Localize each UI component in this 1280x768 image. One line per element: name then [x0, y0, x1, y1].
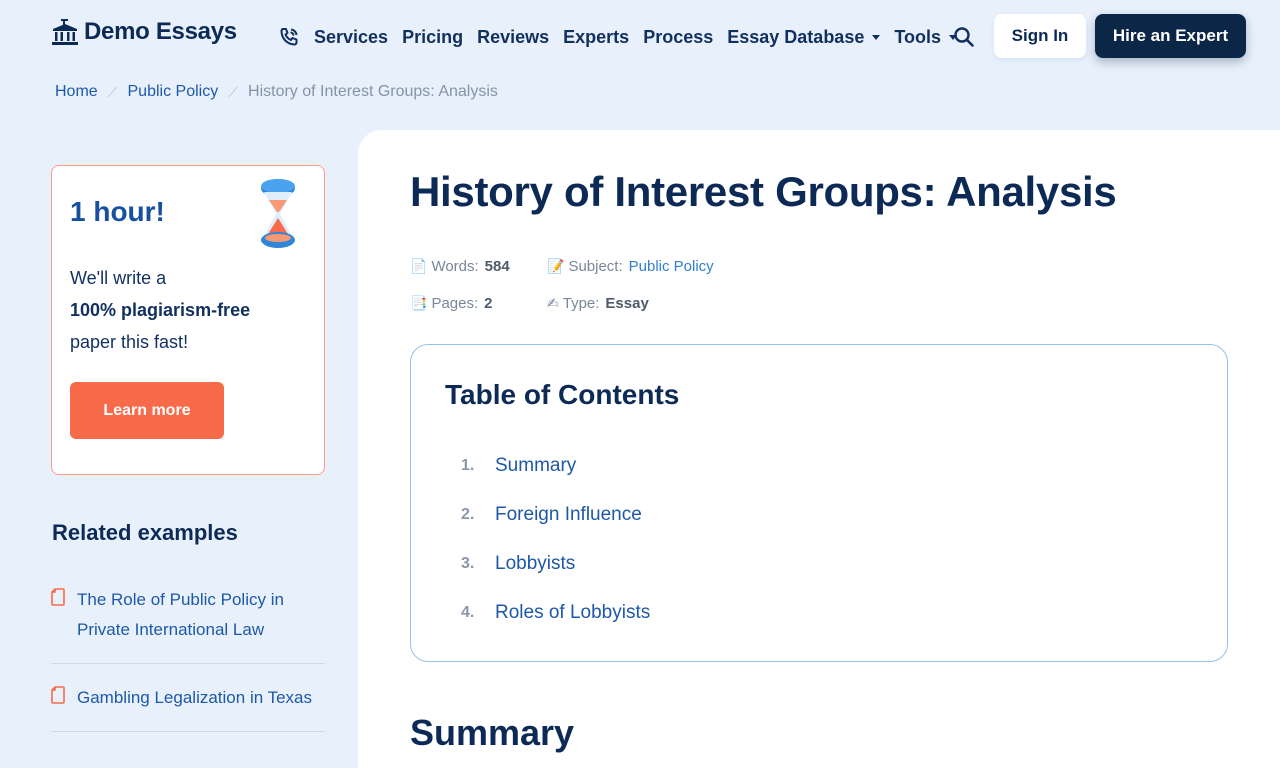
nav-tools[interactable]: Tools [894, 26, 958, 48]
nav-essay-database[interactable]: Essay Database [727, 26, 881, 48]
table-of-contents: Table of Contents 1. Summary 2. Foreign … [410, 344, 1228, 662]
breadcrumb: Home ⟋ Public Policy ⟋ History of Intere… [55, 83, 498, 101]
memo-icon: 📝 [547, 258, 565, 275]
promo-line-1: We'll write a [70, 268, 167, 288]
toc-item: 2. Foreign Influence [461, 490, 650, 539]
nav-essay-database-label: Essay Database [727, 26, 865, 47]
page-title: History of Interest Groups: Analysis [410, 168, 1117, 215]
phone-icon[interactable] [278, 26, 300, 48]
meta-type-label: Type: [562, 295, 600, 312]
document-icon [51, 588, 65, 606]
toc-item: 3. Lobbyists [461, 539, 650, 588]
breadcrumb-current: History of Interest Groups: Analysis [248, 83, 498, 100]
nav-services[interactable]: Services [314, 27, 388, 48]
toc-item: 1. Summary [461, 441, 650, 490]
meta-subject: 📝 Subject: Public Policy [547, 258, 714, 275]
nav-process[interactable]: Process [643, 27, 713, 48]
related-examples-title: Related examples [52, 520, 238, 545]
meta-words: 📄 Words: 584 [410, 258, 510, 275]
section-heading-summary: Summary [410, 712, 575, 753]
nav-tools-label: Tools [894, 26, 942, 47]
site-header: Demo Essays Services Pricing Reviews Exp… [0, 0, 1280, 72]
breadcrumb-separator: ⟋ [107, 83, 118, 100]
toc-number: 1. [461, 456, 475, 474]
promo-emphasis: 100% plagiarism-free [70, 300, 251, 320]
nav-pricing[interactable]: Pricing [402, 27, 463, 48]
toc-link-roles-of-lobbyists[interactable]: Roles of Lobbyists [495, 602, 650, 624]
promo-line-2: 100% plagiarism-free [70, 294, 300, 326]
bookmark-tabs-icon: 📑 [410, 295, 428, 312]
related-link[interactable]: Gambling Legalization in Texas [77, 683, 312, 713]
nav-experts[interactable]: Experts [563, 27, 629, 48]
meta-type-value: Essay [605, 295, 649, 312]
related-examples-list: The Role of Public Policy in Private Int… [51, 580, 325, 746]
meta-pages-value: 2 [484, 295, 493, 312]
article-panel: History of Interest Groups: Analysis 📄 W… [358, 130, 1280, 768]
breadcrumb-home[interactable]: Home [55, 83, 98, 101]
list-item: Gambling Legalization in Texas [51, 678, 325, 732]
hire-expert-button[interactable]: Hire an Expert [1095, 14, 1246, 58]
meta-subject-link[interactable]: Public Policy [629, 258, 714, 275]
learn-more-button[interactable]: Learn more [70, 382, 224, 439]
main-nav: Services Pricing Reviews Experts Process… [278, 26, 971, 48]
meta-words-label: Words: [431, 258, 479, 275]
writing-hand-icon: ✍ [547, 295, 559, 312]
promo-title: 1 hour! [70, 196, 165, 227]
document-icon [51, 686, 65, 704]
toc-number: 3. [461, 554, 475, 572]
toc-link-lobbyists[interactable]: Lobbyists [495, 553, 575, 575]
sign-in-button[interactable]: Sign In [994, 14, 1086, 58]
page-icon: 📄 [410, 258, 428, 275]
chevron-down-icon [872, 34, 881, 40]
meta-type: ✍ Type: Essay [547, 295, 649, 312]
logo-text: Demo Essays [84, 18, 237, 45]
toc-number: 4. [461, 603, 475, 621]
meta-words-value: 584 [484, 258, 510, 275]
breadcrumb-separator: ⟋ [228, 83, 239, 100]
toc-item: 4. Roles of Lobbyists [461, 588, 650, 637]
toc-title: Table of Contents [445, 379, 680, 410]
list-item: The Role of Public Policy in Private Int… [51, 580, 325, 664]
meta-pages-label: Pages: [431, 295, 479, 312]
toc-number: 2. [461, 505, 475, 523]
toc-list: 1. Summary 2. Foreign Influence 3. Lobby… [461, 441, 650, 637]
breadcrumb-category[interactable]: Public Policy [128, 83, 219, 101]
logo[interactable]: Demo Essays [52, 18, 237, 46]
toc-link-foreign-influence[interactable]: Foreign Influence [495, 504, 642, 526]
promo-card: 1 hour! We'll write a 100% plagiarism-fr… [51, 165, 325, 475]
meta-subject-label: Subject: [568, 258, 623, 275]
promo-text: We'll write a 100% plagiarism-free paper… [70, 262, 300, 358]
meta-pages: 📑 Pages: 2 [410, 295, 492, 312]
promo-line-3: paper this fast! [70, 332, 189, 352]
institution-icon [52, 19, 78, 45]
nav-reviews[interactable]: Reviews [477, 27, 549, 48]
search-icon[interactable] [953, 26, 975, 48]
hourglass-icon [261, 179, 295, 248]
related-link[interactable]: The Role of Public Policy in Private Int… [77, 585, 325, 645]
toc-link-summary[interactable]: Summary [495, 455, 576, 477]
